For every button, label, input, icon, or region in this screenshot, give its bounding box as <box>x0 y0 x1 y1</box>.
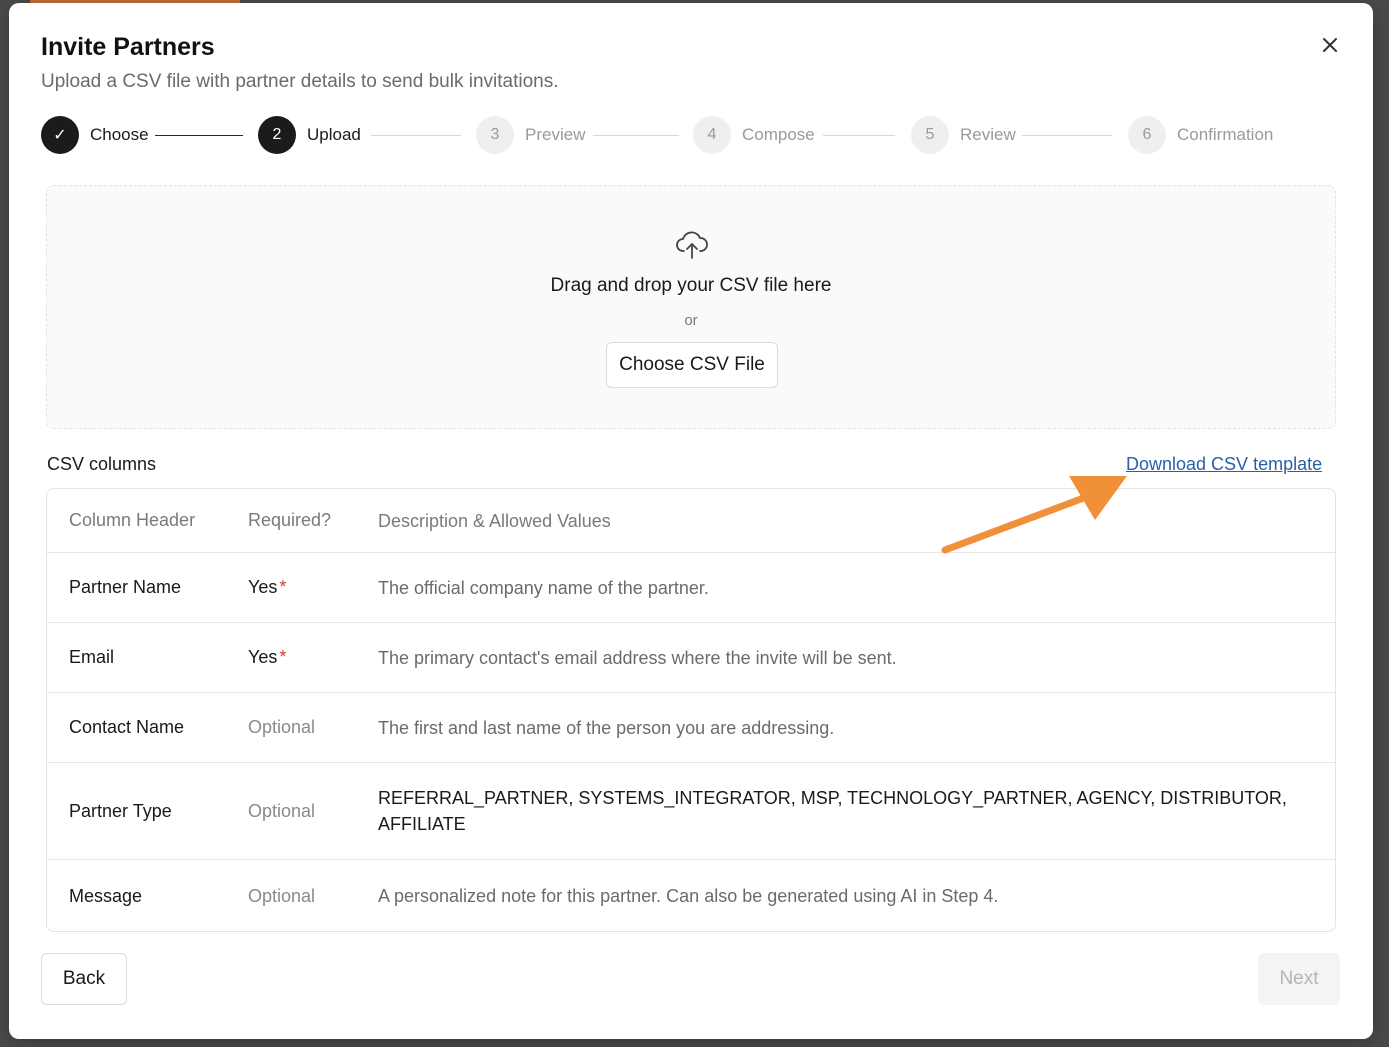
step-number: 6 <box>1128 116 1166 154</box>
invite-partners-modal: Invite Partners Upload a CSV file with p… <box>9 3 1373 1039</box>
column-name: Message <box>69 885 143 906</box>
required-text: Yes <box>248 647 278 667</box>
header-description: Description & Allowed Values <box>378 510 611 531</box>
step-upload[interactable]: 2 Upload <box>258 115 361 155</box>
column-description: The official company name of the partner… <box>378 577 709 598</box>
column-name: Partner Type <box>69 800 172 821</box>
required-value: Optional <box>248 717 316 737</box>
step-label: Confirmation <box>1177 125 1274 144</box>
column-name: Email <box>69 647 115 667</box>
step-connector <box>371 135 461 136</box>
back-button[interactable]: Back <box>41 953 127 1005</box>
orange-arrow-icon <box>939 468 1139 558</box>
modal-subtitle: Upload a CSV file with partner details t… <box>41 71 559 92</box>
required-value: Optional <box>248 885 316 906</box>
step-label: Upload <box>307 125 361 144</box>
step-number: 4 <box>693 116 731 154</box>
step-connector <box>823 135 895 136</box>
column-name: Contact Name <box>69 717 185 737</box>
table-row: Partner Type Optional REFERRAL_PARTNER, … <box>47 763 1335 860</box>
modal-title: Invite Partners <box>41 33 215 61</box>
column-description: The first and last name of the person yo… <box>378 717 835 738</box>
csv-columns-table: Column Header Required? Description & Al… <box>46 488 1336 932</box>
step-number: 2 <box>258 116 296 154</box>
csv-columns-label: CSV columns <box>47 454 157 474</box>
table-header-row: Column Header Required? Description & Al… <box>47 489 1335 553</box>
header-column: Column Header <box>69 510 196 530</box>
required-value: Optional <box>248 800 316 821</box>
step-review[interactable]: 5 Review <box>911 115 1016 155</box>
step-choose[interactable]: ✓ Choose <box>41 115 149 155</box>
download-csv-template-link[interactable]: Download CSV template <box>1126 454 1322 475</box>
step-number: 5 <box>911 116 949 154</box>
step-preview[interactable]: 3 Preview <box>476 115 585 155</box>
table-row: Email Yes * The primary contact's email a… <box>47 623 1335 693</box>
csv-dropzone[interactable]: Drag and drop your CSV file here or Choo… <box>46 185 1336 429</box>
step-connector <box>593 135 679 136</box>
choose-csv-button[interactable]: Choose CSV File <box>606 342 778 388</box>
close-icon[interactable] <box>1318 33 1342 57</box>
check-icon: ✓ <box>41 116 79 154</box>
step-label: Compose <box>742 125 815 144</box>
column-description: REFERRAL_PARTNER, SYSTEMS_INTEGRATOR, MS… <box>378 788 1287 834</box>
table-row: Partner Name Yes * The official company n… <box>47 553 1335 623</box>
step-connector <box>1022 135 1112 136</box>
cloud-upload-icon <box>675 230 709 260</box>
table-row: Message Optional A personalized note for… <box>47 860 1335 931</box>
step-label: Review <box>960 125 1016 144</box>
stepper: ✓ Choose 2 Upload 3 Preview 4 Compose 5 … <box>41 115 1341 155</box>
required-value: Yes * <box>248 623 368 692</box>
required-star: * <box>279 647 287 667</box>
step-number: 3 <box>476 116 514 154</box>
required-text: Yes <box>248 577 278 597</box>
header-required: Required? <box>248 510 332 530</box>
required-value: Yes * <box>248 553 368 622</box>
dropzone-title: Drag and drop your CSV file here <box>550 275 832 296</box>
column-description: The primary contact's email address wher… <box>378 647 897 668</box>
dropzone-or: or <box>684 312 698 329</box>
next-button[interactable]: Next <box>1258 953 1340 1005</box>
step-label: Preview <box>525 125 586 144</box>
step-confirmation[interactable]: 6 Confirmation <box>1128 115 1273 155</box>
step-compose[interactable]: 4 Compose <box>693 115 815 155</box>
required-star: * <box>279 577 287 597</box>
column-name: Partner Name <box>69 577 182 597</box>
step-connector <box>155 135 243 136</box>
column-description: A personalized note for this partner. Ca… <box>378 886 999 906</box>
step-label: Choose <box>90 125 149 144</box>
table-row: Contact Name Optional The first and last… <box>47 693 1335 763</box>
